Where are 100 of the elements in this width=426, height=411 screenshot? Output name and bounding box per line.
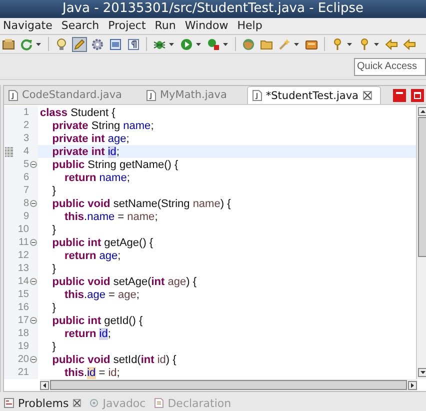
- dropdown-caret-icon[interactable]: [196, 42, 201, 47]
- window-icon: [109, 38, 122, 51]
- dropdown-caret-icon[interactable]: [36, 42, 41, 47]
- code-line: public void setName(String name) {: [51, 197, 232, 210]
- code-line: private int age;: [51, 132, 130, 146]
- back-arrow-icon: [403, 38, 416, 51]
- close-icon[interactable]: [72, 399, 81, 408]
- package-icon: [2, 38, 15, 51]
- line-number: 15: [16, 289, 29, 300]
- code-line: return age;: [63, 249, 122, 262]
- horizontal-scrollbar[interactable]: [40, 379, 416, 392]
- code-line: return id;: [63, 327, 112, 340]
- line-number: 6: [22, 172, 29, 184]
- code-line: private String name;: [51, 119, 155, 132]
- toolbar-button[interactable]: [72, 36, 87, 52]
- vertical-scrollbar[interactable]: [416, 105, 426, 380]
- run-with-stop-icon: [207, 38, 220, 51]
- line-number: 8: [22, 198, 29, 210]
- scroll-up-icon[interactable]: [418, 107, 426, 116]
- line-number: 17: [16, 315, 29, 326]
- code-line: this.name = name;: [63, 210, 159, 224]
- code-line: }: [51, 262, 57, 276]
- code-line: public void setId(int id) {: [51, 353, 178, 366]
- close-icon[interactable]: [362, 91, 372, 100]
- fold-toggle-icon[interactable]: [30, 317, 37, 324]
- toolbar-button[interactable]: [126, 36, 141, 52]
- box-icon: [305, 38, 318, 51]
- code-line: }: [51, 340, 57, 354]
- toolbar-button[interactable]: [384, 36, 399, 52]
- scroll-right-icon[interactable]: [408, 380, 416, 390]
- globe-icon: [242, 38, 255, 51]
- dropdown-caret-icon[interactable]: [169, 42, 174, 47]
- code-line: public int getAge() {: [51, 236, 154, 250]
- code-line: this.age = age;: [63, 288, 140, 302]
- refresh-icon: [20, 38, 33, 51]
- toolbar-button[interactable]: [90, 36, 105, 52]
- dropdown-caret-icon[interactable]: [374, 42, 379, 47]
- line-number: 18: [16, 328, 29, 340]
- code-line: return name;: [63, 171, 131, 184]
- document-icon: [154, 398, 164, 408]
- line-number: 13: [16, 263, 29, 274]
- toolbar-button[interactable]: [179, 36, 203, 52]
- menu-item[interactable]: Navigate: [3, 19, 52, 32]
- line-number: 7: [22, 185, 29, 196]
- toolbar-button[interactable]: [402, 36, 417, 52]
- toolbar-button[interactable]: [206, 36, 230, 52]
- menu-item[interactable]: Search: [61, 19, 100, 32]
- code-line: }: [51, 184, 57, 198]
- toolbar-button[interactable]: [108, 36, 123, 52]
- toolbar-button[interactable]: [1, 36, 16, 52]
- gear-icon: [91, 38, 104, 51]
- toolbar-button[interactable]: [54, 36, 69, 52]
- menu-item[interactable]: Help: [237, 19, 262, 32]
- line-number: 12: [16, 250, 29, 262]
- line-number: 5: [22, 159, 29, 170]
- fold-toggle-icon[interactable]: [30, 200, 37, 208]
- dropdown-caret-icon[interactable]: [294, 42, 299, 47]
- line-number: 4: [22, 146, 29, 158]
- scroll-thumb[interactable]: [50, 380, 406, 390]
- fold-toggle-icon[interactable]: [30, 161, 37, 168]
- code-line: public void setAge(int age) {: [51, 275, 198, 288]
- line-number: 11: [18, 237, 29, 248]
- run-icon: [180, 38, 193, 51]
- minimize-icon[interactable]: [392, 88, 406, 102]
- scroll-left-icon[interactable]: [40, 380, 49, 390]
- java-file-icon: [252, 90, 262, 102]
- code-line: class Student {: [39, 106, 116, 120]
- quick-access-field[interactable]: Quick Access: [354, 58, 426, 76]
- line-number: 2: [22, 120, 29, 132]
- paragraph-icon: [127, 38, 140, 51]
- line-number: 16: [16, 302, 29, 314]
- fold-toggle-icon[interactable]: [30, 278, 37, 286]
- pencil-icon: [73, 38, 86, 51]
- editor-tab[interactable]: *StudentTest.java: [246, 86, 380, 104]
- code-line: }: [51, 301, 57, 314]
- maximize-icon[interactable]: [410, 88, 424, 102]
- folder-icon: [260, 38, 273, 51]
- java-file-icon: [146, 90, 156, 101]
- bulb-icon: [55, 38, 68, 51]
- line-number: 9: [22, 211, 29, 222]
- scroll-thumb[interactable]: [418, 117, 426, 258]
- menu-item[interactable]: Window: [184, 19, 228, 32]
- line-number: 19: [16, 341, 29, 352]
- scroll-down-icon[interactable]: [418, 368, 426, 378]
- editor-tab[interactable]: MyMath.java: [142, 86, 235, 104]
- java-file-icon: [8, 90, 18, 101]
- menu-item[interactable]: Project: [108, 19, 146, 32]
- line-number: 3: [22, 133, 29, 144]
- fold-toggle-icon[interactable]: [30, 356, 37, 364]
- problems-icon: [4, 398, 14, 408]
- menu-item[interactable]: Run: [154, 19, 176, 32]
- line-number: 1: [22, 107, 29, 118]
- line-number: 10: [16, 224, 29, 236]
- editor-tab[interactable]: CodeStandard.java: [4, 86, 130, 104]
- line-number: 21: [16, 367, 29, 378]
- dropdown-caret-icon[interactable]: [347, 42, 352, 47]
- pin-icon: [331, 38, 344, 51]
- fold-toggle-icon[interactable]: [30, 239, 37, 246]
- view-tab[interactable]: Problems: [4, 396, 81, 410]
- dropdown-caret-icon[interactable]: [223, 42, 228, 47]
